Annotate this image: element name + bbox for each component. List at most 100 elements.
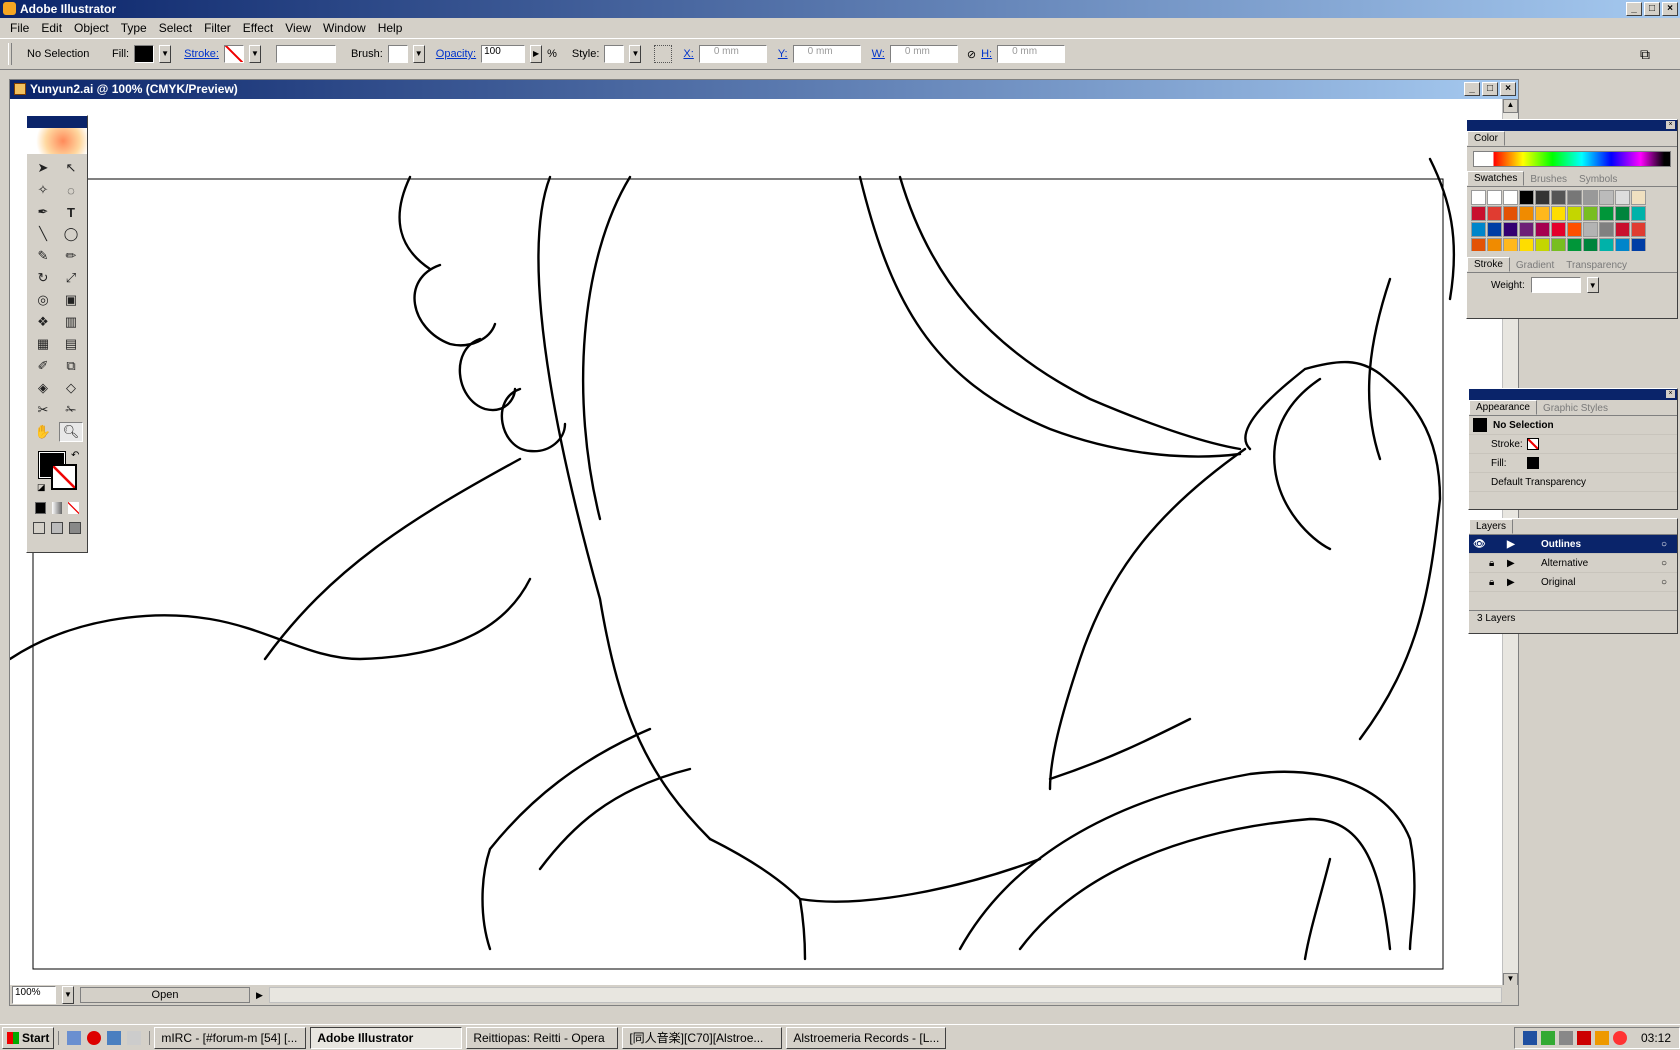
appearance-transparency-row[interactable]: Default Transparency: [1469, 473, 1677, 492]
swatch[interactable]: [1487, 206, 1502, 221]
gradient-tool-icon[interactable]: ▤: [59, 334, 83, 354]
swatch[interactable]: [1631, 238, 1646, 251]
appearance-stroke-row[interactable]: Stroke:: [1469, 435, 1677, 454]
target-circle-icon[interactable]: ○: [1661, 539, 1677, 550]
menu-file[interactable]: File: [4, 21, 35, 35]
fill-dropdown[interactable]: ▼: [159, 45, 172, 63]
swatch[interactable]: [1471, 222, 1486, 237]
tray-shield-icon[interactable]: [1522, 1030, 1537, 1045]
swatch[interactable]: [1471, 206, 1486, 221]
stroke-swatch[interactable]: [223, 45, 244, 63]
menu-effect[interactable]: Effect: [237, 21, 279, 35]
swatch[interactable]: [1535, 190, 1550, 205]
none-mode-icon[interactable]: [68, 502, 80, 514]
constrain-link-icon[interactable]: ⊘: [967, 48, 976, 61]
taskbar-item-illustrator[interactable]: Adobe Illustrator: [310, 1026, 463, 1049]
lasso-tool-icon[interactable]: ◌: [59, 180, 83, 200]
layer-row-outlines[interactable]: 👁︎ ▶ Outlines ○: [1469, 535, 1677, 554]
ime-icon[interactable]: [127, 1030, 142, 1045]
swatch[interactable]: [1551, 238, 1566, 251]
panel-close-button[interactable]: ×: [1666, 121, 1675, 129]
swatch[interactable]: [1519, 238, 1534, 251]
status-field[interactable]: Open: [80, 987, 250, 1003]
menu-edit[interactable]: Edit: [35, 21, 68, 35]
expand-triangle-icon[interactable]: ▶: [1507, 539, 1521, 550]
line-tool-icon[interactable]: ╲: [31, 224, 55, 244]
menu-window[interactable]: Window: [317, 21, 372, 35]
appearance-titlebar[interactable]: ×: [1469, 389, 1677, 400]
opacity-field[interactable]: 100: [481, 45, 526, 63]
default-colors-icon[interactable]: ◪: [37, 482, 46, 493]
gradient-mode-icon[interactable]: [51, 502, 63, 514]
scale-tool-icon[interactable]: ⤢: [59, 268, 83, 288]
swatch[interactable]: [1519, 222, 1534, 237]
warp-tool-icon[interactable]: ◎: [31, 290, 55, 310]
show-desktop-icon[interactable]: [67, 1030, 82, 1045]
swatch[interactable]: [1615, 190, 1630, 205]
tab-layers[interactable]: Layers: [1469, 519, 1514, 534]
color-spectrum-bar[interactable]: [1473, 151, 1671, 167]
expand-triangle-icon[interactable]: ▶: [1507, 558, 1521, 569]
stroke-color-box[interactable]: [51, 464, 77, 490]
tab-stroke[interactable]: Stroke: [1467, 257, 1510, 272]
opera-icon[interactable]: [87, 1030, 102, 1045]
menu-help[interactable]: Help: [372, 21, 409, 35]
symbol-sprayer-tool-icon[interactable]: ❖: [31, 312, 55, 332]
swatch[interactable]: [1567, 206, 1582, 221]
scissors-tool-icon[interactable]: ✁: [59, 400, 83, 420]
weight-field[interactable]: [1530, 277, 1581, 293]
rotate-tool-icon[interactable]: ↻: [31, 268, 55, 288]
swatch[interactable]: [1535, 238, 1550, 251]
graph-tool-icon[interactable]: ▥: [59, 312, 83, 332]
w-label[interactable]: W:: [872, 48, 885, 60]
doc-close-button[interactable]: ×: [1500, 82, 1516, 96]
horizontal-scrollbar[interactable]: [268, 987, 1502, 1003]
stroke-dropdown[interactable]: ▼: [248, 45, 261, 63]
tab-brushes[interactable]: Brushes: [1524, 173, 1573, 186]
w-field[interactable]: 0 mm: [889, 45, 958, 63]
maximize-button[interactable]: □: [1644, 2, 1660, 16]
stroke-weight-field[interactable]: [275, 45, 336, 63]
swatch[interactable]: [1567, 222, 1582, 237]
swap-colors-icon[interactable]: ↶: [71, 450, 79, 461]
style-dropdown[interactable]: ▼: [629, 45, 642, 63]
scroll-up-button[interactable]: ▲: [1503, 99, 1518, 113]
tab-graphic-styles[interactable]: Graphic Styles: [1537, 402, 1614, 415]
style-swatch[interactable]: [604, 45, 625, 63]
swatch[interactable]: [1631, 190, 1646, 205]
tab-color[interactable]: Color: [1467, 131, 1505, 146]
minimize-button[interactable]: _: [1626, 2, 1642, 16]
zoom-tool-icon[interactable]: 🔍︎: [59, 422, 83, 442]
lock-icon[interactable]: 🔒︎: [1489, 577, 1507, 588]
x-label[interactable]: X:: [683, 48, 693, 60]
eyedropper-tool-icon[interactable]: ✐: [31, 356, 55, 376]
swatch[interactable]: [1567, 190, 1582, 205]
status-arrow-icon[interactable]: ▶: [256, 990, 263, 1001]
target-circle-icon[interactable]: ○: [1661, 577, 1677, 588]
swatch[interactable]: [1471, 190, 1486, 205]
tab-appearance[interactable]: Appearance: [1469, 400, 1537, 415]
slice-tool-icon[interactable]: ✂: [31, 400, 55, 420]
taskbar-item-mirc[interactable]: mIRC - [#forum-m [54] [...: [154, 1026, 307, 1049]
swatch[interactable]: [1487, 190, 1502, 205]
swatch-grid[interactable]: [1467, 187, 1677, 251]
doc-minimize-button[interactable]: _: [1464, 82, 1480, 96]
appearance-header-row[interactable]: No Selection: [1469, 416, 1677, 435]
target-circle-icon[interactable]: ○: [1661, 558, 1677, 569]
opacity-label[interactable]: Opacity:: [436, 48, 476, 60]
brush-dropdown[interactable]: ▼: [412, 45, 425, 63]
swatch[interactable]: [1631, 206, 1646, 221]
toolbox-header[interactable]: [27, 116, 87, 128]
artboard-canvas[interactable]: [10, 99, 1510, 987]
tray-app-icon[interactable]: [1576, 1030, 1591, 1045]
taskbar-item-opera[interactable]: Reittiopas: Reitti - Opera: [466, 1026, 619, 1049]
lock-icon[interactable]: 🔒︎: [1489, 558, 1507, 569]
taskbar-item-alstroemeria[interactable]: Alstroemeria Records - [L...: [786, 1026, 947, 1049]
tab-swatches[interactable]: Swatches: [1467, 171, 1525, 186]
swatch[interactable]: [1551, 190, 1566, 205]
swatch[interactable]: [1487, 238, 1502, 251]
swatch[interactable]: [1599, 222, 1614, 237]
full-screen-menu-mode-icon[interactable]: [51, 522, 63, 534]
swatch[interactable]: [1583, 222, 1598, 237]
h-label[interactable]: H:: [981, 48, 992, 60]
